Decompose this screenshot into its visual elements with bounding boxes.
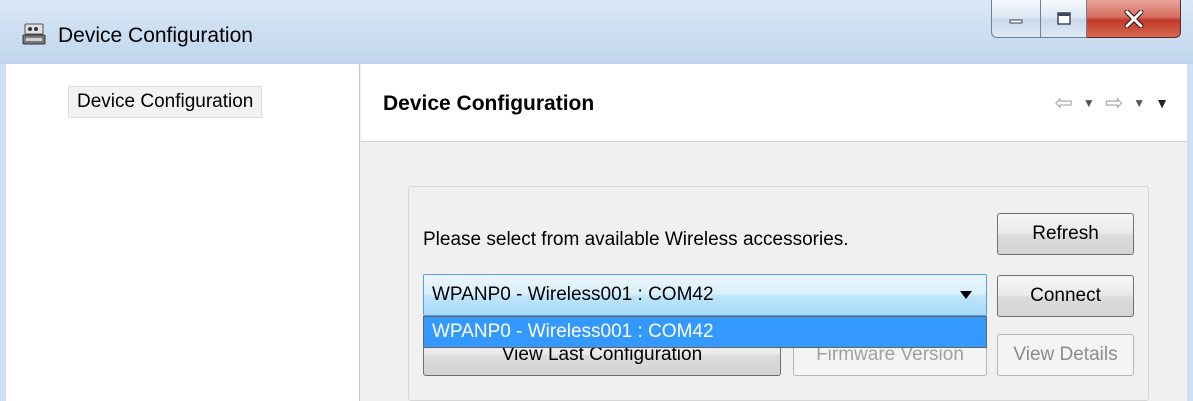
app-window: Device Configuration Device Configuratio… xyxy=(0,0,1193,401)
window-title: Device Configuration xyxy=(58,24,253,47)
back-dropdown-icon[interactable]: ▼ xyxy=(1083,92,1095,114)
accessory-dropdown-list: WPANP0 - Wireless001 : COM42 xyxy=(423,316,987,348)
forward-dropdown-icon[interactable]: ▼ xyxy=(1133,92,1145,114)
page-title: Device Configuration xyxy=(383,92,595,115)
maximize-button[interactable] xyxy=(1041,0,1087,38)
connect-button[interactable]: Connect xyxy=(997,275,1134,317)
accessory-select[interactable]: WPANP0 - Wireless001 : COM42 xyxy=(423,274,987,316)
back-arrow-icon[interactable]: ⇦ xyxy=(1054,92,1072,114)
close-icon xyxy=(1124,9,1143,28)
main-pane: Device Configuration ⇦ ▼ ⇨ ▼ ▼ Please se… xyxy=(361,64,1187,401)
view-details-button: View Details xyxy=(997,334,1134,376)
instruction-text: Please select from available Wireless ac… xyxy=(423,229,849,250)
close-button[interactable] xyxy=(1087,0,1181,38)
title-bar[interactable]: Device Configuration xyxy=(0,0,1193,64)
sidebar-item-device-configuration[interactable]: Device Configuration xyxy=(68,86,263,118)
sidebar: Device Configuration xyxy=(6,64,360,401)
refresh-button[interactable]: Refresh xyxy=(997,213,1134,255)
chevron-down-icon[interactable] xyxy=(960,291,972,299)
page-navigation: ⇦ ▼ ⇨ ▼ ▼ xyxy=(1054,92,1169,114)
menu-dropdown-icon[interactable]: ▼ xyxy=(1155,92,1169,114)
forward-arrow-icon[interactable]: ⇨ xyxy=(1105,92,1123,114)
device-config-icon xyxy=(22,23,46,45)
accessory-group: Please select from available Wireless ac… xyxy=(408,186,1149,401)
page-header: Device Configuration ⇦ ▼ ⇨ ▼ ▼ xyxy=(361,64,1187,142)
minimize-icon xyxy=(1009,19,1023,23)
maximize-icon xyxy=(1056,11,1071,25)
client-area: Device Configuration Device Configuratio… xyxy=(6,64,1187,401)
window-controls xyxy=(991,0,1181,40)
accessory-select-value: WPANP0 - Wireless001 : COM42 xyxy=(432,284,714,305)
minimize-button[interactable] xyxy=(991,0,1041,38)
dropdown-option[interactable]: WPANP0 - Wireless001 : COM42 xyxy=(424,317,986,347)
